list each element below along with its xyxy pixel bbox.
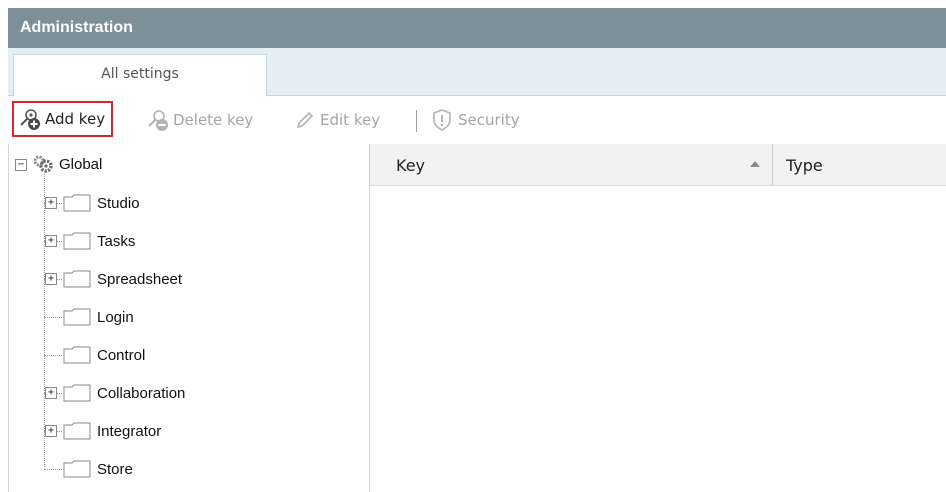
tab-all-settings[interactable]: All settings — [13, 54, 267, 96]
tree-node-studio[interactable]: Studio — [63, 191, 140, 215]
tree-connector — [44, 174, 45, 467]
edit-key-label: Edit key — [320, 111, 381, 129]
window-title: Administration — [20, 19, 133, 36]
folder-icon — [63, 422, 91, 440]
column-header-key[interactable]: Key — [396, 156, 425, 175]
tree-node-tasks[interactable]: Tasks — [63, 229, 135, 253]
settings-tree: − Global + Studio + Tasks + Spreadsheet … — [8, 144, 370, 492]
tree-node-login[interactable]: Login — [63, 305, 134, 329]
column-header-type[interactable]: Type — [786, 156, 823, 175]
security-label: Security — [458, 111, 520, 129]
folder-icon — [63, 194, 91, 212]
toolbar-separator — [416, 110, 417, 132]
edit-key-button[interactable]: Edit key — [294, 105, 380, 135]
tree-node-label: Store — [97, 460, 133, 478]
tree-node-control[interactable]: Control — [63, 343, 145, 367]
add-key-button[interactable]: Add key — [12, 101, 114, 137]
tree-node-label: Control — [97, 346, 146, 364]
tab-strip: All settings — [8, 48, 946, 96]
column-divider[interactable] — [772, 144, 773, 186]
folder-icon — [63, 232, 91, 250]
expand-toggle[interactable]: + — [45, 425, 57, 437]
folder-icon — [63, 384, 91, 402]
tree-connector — [44, 469, 62, 470]
shield-icon — [433, 109, 451, 131]
tree-node-label: Global — [59, 155, 103, 173]
tree-node-label: Integrator — [97, 422, 162, 440]
toolbar: Add key Delete key Edit key Security — [8, 96, 946, 144]
add-key-icon — [20, 109, 40, 130]
delete-key-button[interactable]: Delete key — [145, 105, 253, 135]
delete-key-icon — [148, 110, 168, 131]
tree-node-label: Spreadsheet — [97, 270, 183, 288]
tree-node-label: Collaboration — [97, 384, 186, 402]
expand-toggle[interactable]: + — [45, 273, 57, 285]
expand-toggle[interactable]: + — [45, 387, 57, 399]
folder-icon — [63, 460, 91, 478]
window-titlebar: Administration — [8, 8, 946, 48]
folder-icon — [63, 270, 91, 288]
tree-connector — [44, 355, 62, 356]
tree-node-collaboration[interactable]: Collaboration — [63, 381, 185, 405]
gear-icon — [33, 155, 53, 173]
security-button[interactable]: Security — [430, 105, 520, 135]
add-key-label: Add key — [45, 110, 106, 128]
expand-toggle[interactable]: + — [45, 235, 57, 247]
tree-node-label: Tasks — [97, 232, 136, 250]
tree-connector — [44, 317, 62, 318]
collapse-toggle[interactable]: − — [15, 159, 27, 171]
keys-grid: Key Type — [370, 144, 946, 492]
tree-node-global[interactable]: Global — [31, 152, 102, 176]
tree-node-store[interactable]: Store — [63, 457, 133, 481]
tree-node-spreadsheet[interactable]: Spreadsheet — [63, 267, 182, 291]
folder-icon — [63, 308, 91, 326]
sort-ascending-icon[interactable] — [749, 160, 761, 168]
tab-label: All settings — [101, 66, 179, 82]
folder-icon — [63, 346, 91, 364]
grid-header: Key Type — [370, 144, 946, 186]
tree-node-integrator[interactable]: Integrator — [63, 419, 161, 443]
pencil-icon — [296, 111, 314, 129]
tree-node-label: Studio — [97, 194, 140, 212]
delete-key-label: Delete key — [173, 111, 254, 129]
tree-node-label: Login — [97, 308, 134, 326]
expand-toggle[interactable]: + — [45, 197, 57, 209]
